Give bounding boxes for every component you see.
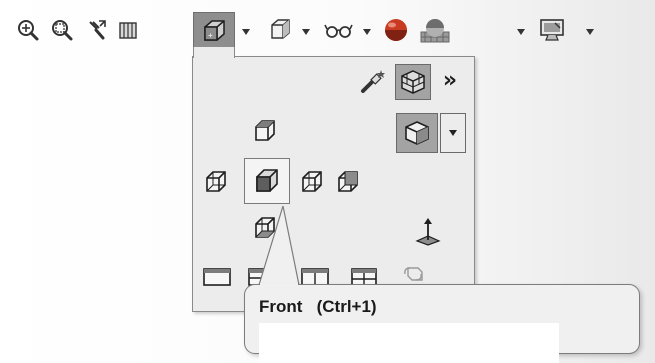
new-view-wand-icon [361,70,385,93]
edit-appearance-icon [385,19,407,41]
previous-view-button[interactable] [82,14,110,46]
zoom-to-fit-button[interactable] [14,14,42,46]
apply-scene-button[interactable] [418,14,452,46]
front-view-button[interactable] [244,158,290,204]
back-view-icon [338,171,358,192]
expand-views-button[interactable]: » [436,66,464,96]
apply-scene-icon [420,19,450,43]
zoom-to-area-button[interactable] [48,14,76,46]
isometric-view-button[interactable] [396,113,438,153]
tooltip-pointer [258,206,300,286]
view-orientation-icon: + [204,20,225,41]
right-view-button[interactable] [296,166,328,198]
hide-show-items-button[interactable] [322,14,356,46]
top-view-button[interactable] [249,116,281,146]
view-orientation-dropdown-arrow-icon[interactable] [241,28,251,36]
zoom-to-fit-icon [18,20,39,41]
normal-to-icon [415,218,441,246]
display-style-dropdown-arrow-icon[interactable] [301,28,311,36]
tooltip-shortcut: (Ctrl+1) [316,297,377,316]
heads-up-view-toolbar: + [0,0,655,60]
front-view-tooltip: Front (Ctrl+1) [244,284,640,363]
flyout-connector [193,47,235,58]
expand-chevrons-icon: » [442,68,458,93]
view-settings-icon [540,19,564,41]
tooltip-description-area [259,323,559,363]
isometric-view-dropdown[interactable] [440,113,466,153]
previous-view-icon [89,20,106,40]
apply-scene-dropdown-arrow-icon[interactable] [516,28,526,36]
display-style-icon [271,19,290,39]
normal-to-button[interactable] [412,214,444,248]
front-view-icon [256,169,278,192]
view-selector-button[interactable] [395,64,431,100]
display-style-button[interactable] [266,14,294,46]
tooltip-pointer-join [260,283,298,286]
hide-show-items-dropdown-arrow-icon[interactable] [362,28,372,36]
chevron-down-icon [449,130,457,136]
section-view-button[interactable] [114,14,142,46]
view-orientation-button[interactable]: + [193,12,235,48]
new-view-button[interactable] [357,66,391,96]
view-settings-dropdown-arrow-icon[interactable] [585,28,595,36]
right-view-icon [302,171,322,192]
tooltip-command: Front [259,297,303,316]
view-settings-button[interactable] [536,14,568,46]
left-view-button[interactable] [200,166,232,198]
top-view-icon [255,120,275,141]
tooltip-title: Front (Ctrl+1) [259,297,377,317]
single-view-icon [203,268,231,286]
link-views-icon [404,267,423,281]
left-view-icon [206,171,226,192]
zoom-to-area-icon [52,20,73,41]
section-view-icon [119,22,137,39]
link-views-button[interactable] [398,262,428,286]
view-selector-icon [401,70,425,94]
isometric-view-icon [405,121,429,145]
edit-appearance-button[interactable] [381,14,411,46]
hide-show-items-icon [324,24,353,38]
svg-text:+: + [208,31,213,40]
single-view-button[interactable] [200,264,234,290]
back-view-button[interactable] [332,166,364,198]
